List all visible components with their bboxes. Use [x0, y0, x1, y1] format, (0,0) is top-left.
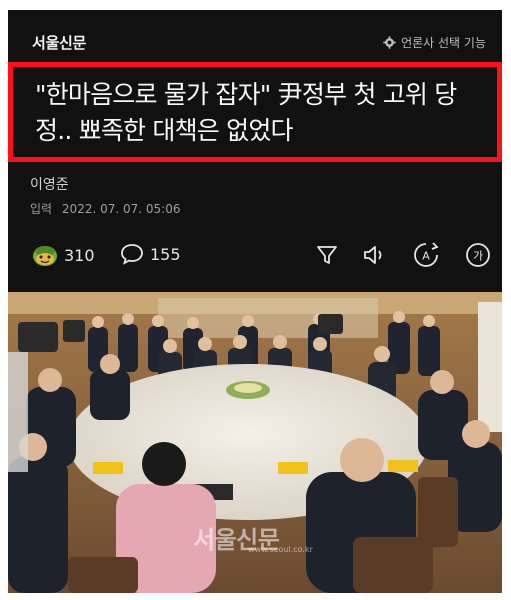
author-name[interactable]: 이영준: [30, 174, 69, 194]
article-photo[interactable]: 서울신문 www.seoul.co.kr: [8, 292, 502, 593]
top-bar: 서울신문 언론사 선택 기능: [8, 10, 502, 62]
translate-button[interactable]: A: [412, 241, 440, 269]
read-aloud-button[interactable]: [360, 241, 388, 269]
speaker-icon: [364, 246, 382, 264]
press-select-button[interactable]: 언론사 선택 기능: [383, 34, 486, 51]
article-screen: 서울신문 언론사 선택 기능 "한마음으로 물가 잡자" 尹정부 첫 고위 당정…: [8, 10, 502, 593]
translate-icon: A: [414, 242, 439, 267]
summary-button[interactable]: [313, 241, 341, 269]
font-size-glyph: 가: [473, 250, 483, 263]
filter-icon: [317, 246, 337, 264]
date-value: 2022. 07. 07. 05:06: [61, 202, 181, 216]
action-bar: 310 155 A 가: [8, 235, 502, 279]
translate-glyph: A: [422, 250, 430, 263]
headline-highlight: "한마음으로 물가 잡자" 尹정부 첫 고위 당정.. 뾰족한 대책은 없었다: [8, 62, 502, 162]
article-headline: "한마음으로 물가 잡자" 尹정부 첫 고위 당정.. 뾰족한 대책은 없었다: [35, 80, 457, 145]
comment-button[interactable]: 155: [120, 243, 181, 265]
speech-bubble-icon: [121, 244, 143, 265]
reaction-button[interactable]: 310: [32, 243, 95, 267]
font-size-button[interactable]: 가: [464, 241, 492, 269]
press-logo[interactable]: 서울신문: [32, 32, 86, 53]
reaction-count: 310: [64, 245, 95, 265]
photo-watermark-url: www.seoul.co.kr: [248, 545, 313, 554]
comment-count: 155: [150, 244, 181, 264]
reaction-emoji-icon: [33, 246, 57, 266]
press-select-label: 언론사 선택 기능: [401, 36, 486, 50]
date-label: 입력: [30, 202, 53, 216]
publish-date: 입력 2022. 07. 07. 05:06: [30, 200, 180, 217]
gear-icon: [383, 36, 396, 49]
font-size-icon: 가: [466, 243, 490, 267]
